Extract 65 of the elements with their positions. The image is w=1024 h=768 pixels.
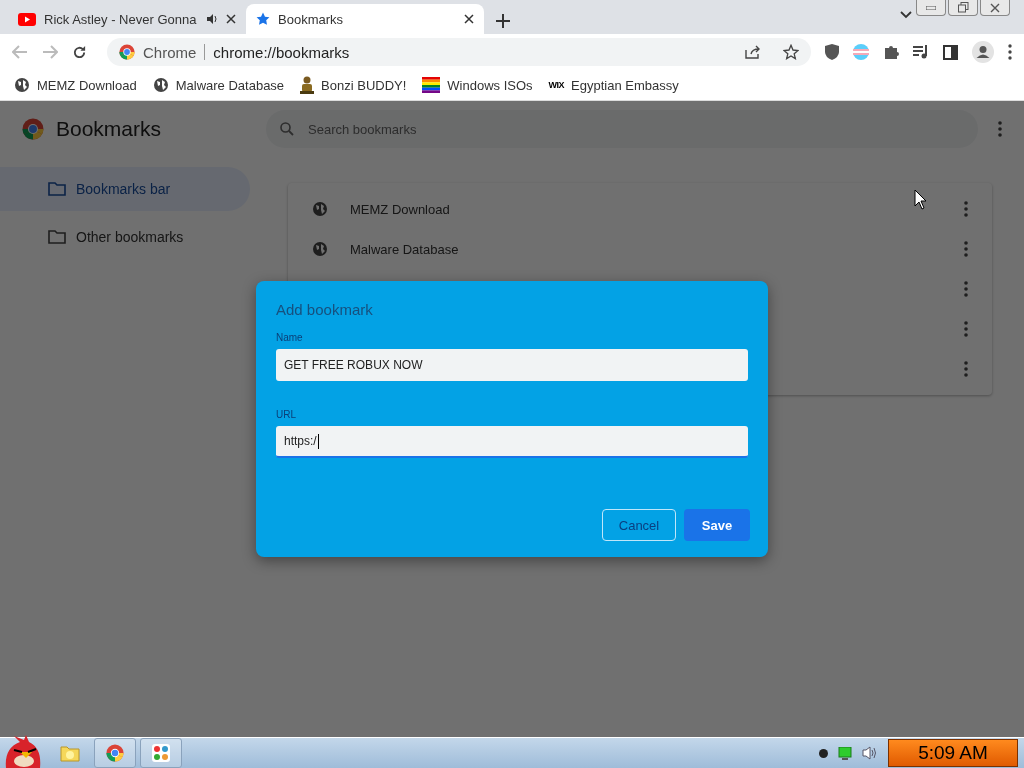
figure-icon: [300, 76, 315, 94]
tab-title: Bookmarks: [278, 11, 345, 27]
globe-icon: [312, 201, 328, 217]
field-label: URL: [276, 409, 297, 420]
bookmark-link[interactable]: Egyptian Embassy: [571, 77, 679, 93]
bookmark-link[interactable]: Malware Database: [175, 77, 285, 93]
taskbar-button[interactable]: [140, 738, 182, 768]
dialog-title: Add bookmark: [276, 301, 374, 318]
text-field[interactable]: GET FREE ROBUX NOW: [276, 349, 748, 381]
rainbow-flag-icon: [422, 77, 441, 93]
app-grid-icon: [152, 744, 170, 762]
folder-icon: [48, 230, 66, 244]
chrome-logo-icon: [119, 44, 135, 60]
site-logo: WIX: [548, 80, 565, 90]
save-button[interactable]: Save: [684, 509, 750, 541]
url-text: chrome://bookmarks: [213, 43, 351, 61]
profile-icon[interactable]: [972, 41, 994, 63]
media-queue-icon[interactable]: [913, 45, 929, 59]
bookmark-link[interactable]: Bonzi BUDDY!: [321, 77, 407, 93]
browser-tab[interactable]: Rick Astley - Never Gonna: [8, 4, 246, 34]
chevron-down-icon[interactable]: [900, 11, 912, 19]
folder-icon: [48, 182, 66, 196]
field-label: Name: [276, 332, 304, 343]
share-icon[interactable]: [745, 45, 761, 59]
restore-icon: [957, 2, 969, 13]
chrome-logo-icon: [106, 744, 124, 762]
page-title: Bookmarks: [56, 117, 163, 141]
shield-icon[interactable]: [825, 44, 839, 60]
close-icon[interactable]: [226, 14, 236, 24]
star-icon: [256, 12, 270, 26]
minimize-icon: [926, 5, 936, 10]
browser-tab[interactable]: Bookmarks: [246, 4, 484, 34]
close-button[interactable]: [980, 0, 1010, 16]
text-field[interactable]: https:/: [276, 426, 748, 458]
new-tab-icon[interactable]: [496, 14, 510, 28]
dot-icon[interactable]: [819, 748, 828, 758]
close-icon: [990, 2, 1000, 13]
taskbar-button[interactable]: [94, 738, 136, 768]
puzzle-icon[interactable]: [883, 44, 899, 60]
video-logo-icon: [18, 12, 36, 26]
reload-icon[interactable]: [72, 44, 87, 60]
site-label: Chrome: [143, 43, 197, 61]
address-bar[interactable]: Chrome chrome://bookmarks: [107, 38, 811, 66]
search-icon: [280, 122, 294, 136]
bookmark-link[interactable]: Windows ISOs: [447, 77, 533, 93]
network-icon[interactable]: [838, 746, 852, 760]
speaker-icon[interactable]: [862, 746, 878, 760]
more-menu-icon[interactable]: [1008, 44, 1012, 60]
tab-title: Rick Astley - Never Gonna: [44, 11, 198, 27]
bookmark-title[interactable]: MEMZ Download: [350, 201, 964, 217]
bookmark-title[interactable]: Malware Database: [350, 241, 964, 257]
globe-icon: [14, 77, 30, 93]
clock[interactable]: 5:09 AM: [888, 739, 1018, 767]
bookmark-link[interactable]: MEMZ Download: [37, 77, 137, 93]
globe-icon: [152, 77, 169, 93]
star-outline-icon[interactable]: [783, 44, 799, 60]
restore-button[interactable]: [948, 0, 978, 16]
close-icon[interactable]: [464, 14, 474, 24]
globe-icon: [312, 241, 328, 257]
cancel-button[interactable]: Cancel: [602, 509, 676, 541]
side-panel-icon[interactable]: [943, 44, 958, 60]
mouse-cursor-icon: [914, 189, 927, 210]
folder-item[interactable]: Other bookmarks: [0, 215, 250, 259]
chrome-logo-icon: [22, 118, 44, 140]
speaker-icon[interactable]: [206, 13, 218, 25]
